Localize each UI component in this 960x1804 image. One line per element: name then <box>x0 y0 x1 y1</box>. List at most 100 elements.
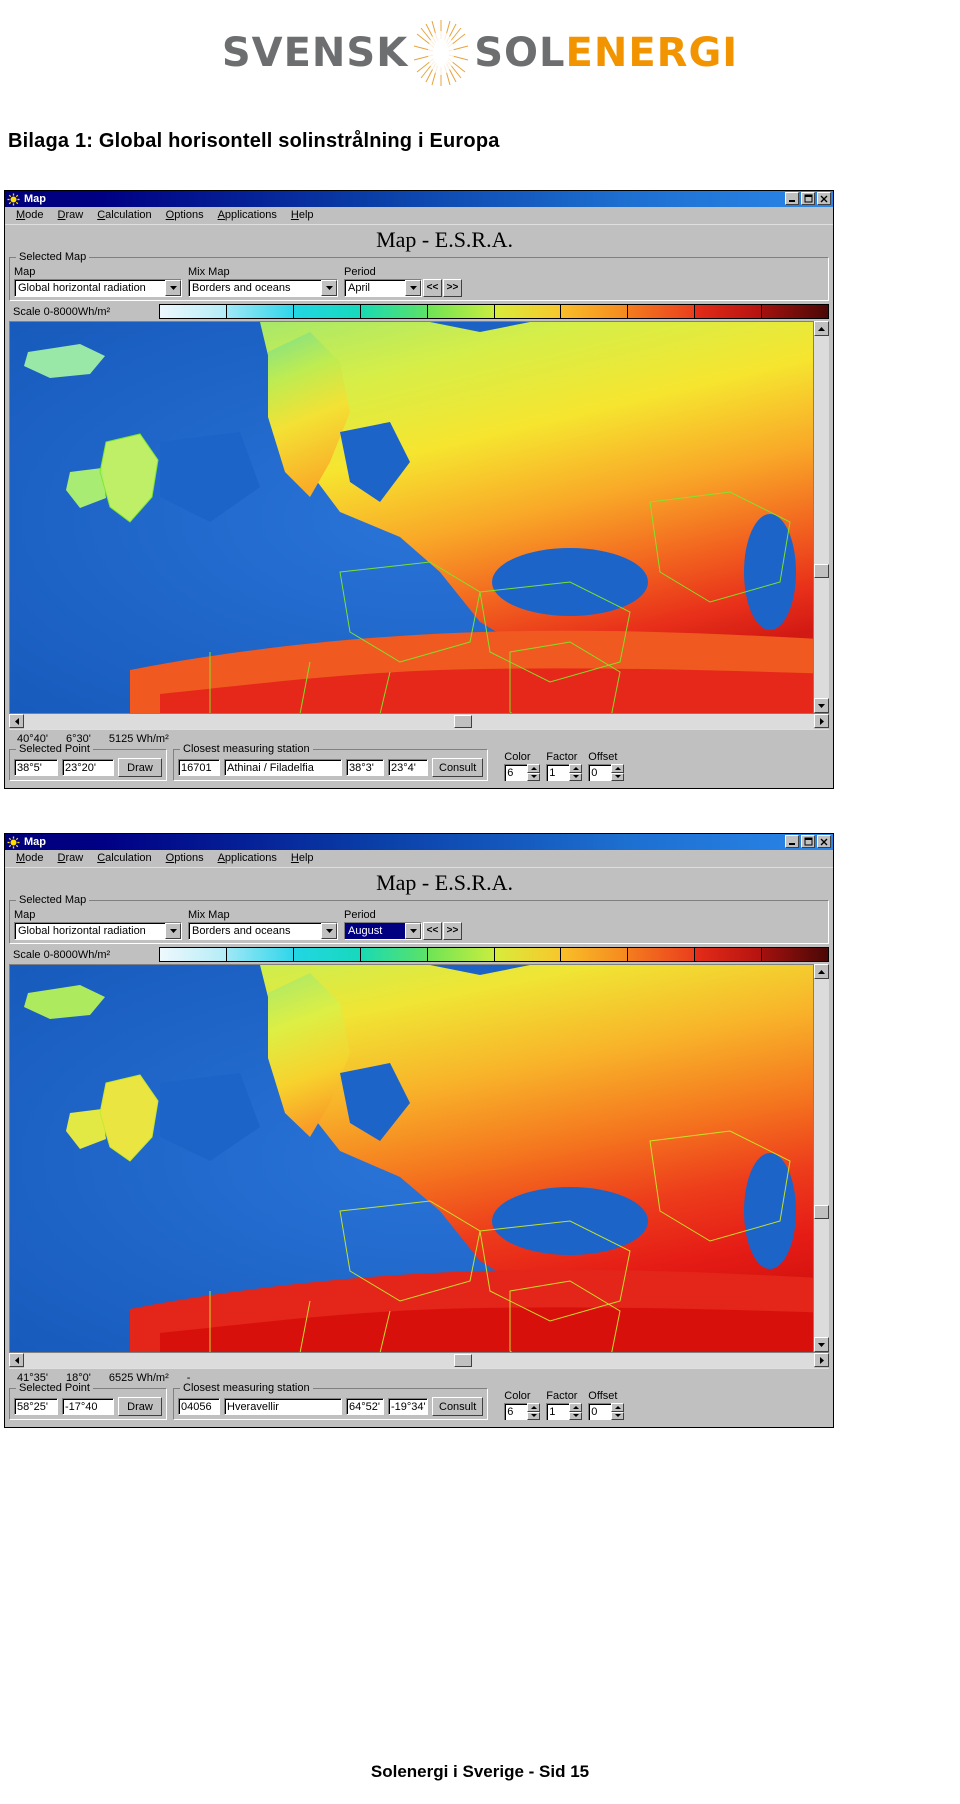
vscroll-track[interactable] <box>814 336 829 698</box>
mix-map-select[interactable]: Borders and oceans <box>188 922 338 940</box>
offset-spin-down[interactable] <box>611 1411 625 1420</box>
chevron-down-icon[interactable] <box>405 280 421 296</box>
hscroll-thumb[interactable] <box>454 715 472 728</box>
menu-mode[interactable]: Mode <box>9 207 51 224</box>
close-button[interactable] <box>817 192 831 205</box>
station-name-input[interactable]: Hveravellir <box>224 1398 342 1415</box>
menu-options[interactable]: Options <box>159 207 211 224</box>
menu-calculation[interactable]: Calculation <box>90 207 158 224</box>
factor-stepper[interactable]: 1 <box>546 764 583 781</box>
station-id-input[interactable]: 16701 <box>178 759 220 776</box>
offset-value[interactable]: 0 <box>588 1403 612 1420</box>
vscroll-thumb[interactable] <box>814 564 829 578</box>
map-horizontal-scrollbar[interactable] <box>9 713 829 729</box>
menu-draw[interactable]: Draw <box>51 207 91 224</box>
menu-mode[interactable]: Mode <box>9 850 51 867</box>
scroll-left-button[interactable] <box>9 714 24 728</box>
station-lat-input[interactable]: 38°3' <box>346 759 384 776</box>
map-select[interactable]: Global horizontal radiation <box>14 922 182 940</box>
window1-titlebar[interactable]: Map <box>5 191 833 207</box>
hscroll-thumb[interactable] <box>454 1354 472 1367</box>
offset-stepper[interactable]: 0 <box>588 764 625 781</box>
menu-help[interactable]: Help <box>284 850 321 867</box>
factor-spin-up[interactable] <box>569 764 583 773</box>
window1-map-area[interactable] <box>9 321 829 713</box>
color-spin-down[interactable] <box>527 1411 541 1420</box>
offset-spin-down[interactable] <box>611 772 625 781</box>
map-vertical-scrollbar[interactable] <box>813 321 829 713</box>
color-spin-arrows[interactable] <box>527 1403 541 1420</box>
consult-button[interactable]: Consult <box>432 758 484 777</box>
color-value[interactable]: 6 <box>504 764 528 781</box>
color-spin-up[interactable] <box>527 1403 541 1412</box>
maximize-button[interactable] <box>801 192 815 205</box>
factor-spin-arrows[interactable] <box>569 1403 583 1420</box>
menu-applications[interactable]: Applications <box>211 207 284 224</box>
period-next-button[interactable]: >> <box>443 279 462 297</box>
factor-stepper[interactable]: 1 <box>546 1403 583 1420</box>
factor-spin-down[interactable] <box>569 772 583 781</box>
scroll-left-button[interactable] <box>9 1353 24 1367</box>
scroll-right-button[interactable] <box>814 1353 829 1367</box>
period-prev-button[interactable]: << <box>423 922 442 940</box>
consult-button[interactable]: Consult <box>432 1397 484 1416</box>
factor-spin-arrows[interactable] <box>569 764 583 781</box>
menu-applications[interactable]: Applications <box>211 850 284 867</box>
map-canvas-august[interactable] <box>9 964 829 1352</box>
map-vertical-scrollbar[interactable] <box>813 964 829 1352</box>
offset-value[interactable]: 0 <box>588 764 612 781</box>
color-spin-arrows[interactable] <box>527 764 541 781</box>
window2-titlebar[interactable]: Map <box>5 834 833 850</box>
draw-button[interactable]: Draw <box>118 1397 162 1416</box>
factor-value[interactable]: 1 <box>546 1403 570 1420</box>
period-select[interactable]: August <box>344 922 422 940</box>
offset-spin-arrows[interactable] <box>611 1403 625 1420</box>
menu-draw[interactable]: Draw <box>51 850 91 867</box>
offset-spin-arrows[interactable] <box>611 764 625 781</box>
offset-spin-up[interactable] <box>611 764 625 773</box>
maximize-button[interactable] <box>801 835 815 848</box>
scroll-right-button[interactable] <box>814 714 829 728</box>
minimize-button[interactable] <box>785 192 799 205</box>
scroll-down-button[interactable] <box>814 698 829 713</box>
period-select[interactable]: April <box>344 279 422 297</box>
factor-spin-down[interactable] <box>569 1411 583 1420</box>
color-spin-down[interactable] <box>527 772 541 781</box>
period-next-button[interactable]: >> <box>443 922 462 940</box>
station-lon-input[interactable]: -19°34' <box>388 1398 428 1415</box>
selected-point-lat-input[interactable]: 38°5' <box>14 759 58 776</box>
menu-help[interactable]: Help <box>284 207 321 224</box>
color-value[interactable]: 6 <box>504 1403 528 1420</box>
chevron-down-icon[interactable] <box>321 923 337 939</box>
factor-spin-up[interactable] <box>569 1403 583 1412</box>
minimize-button[interactable] <box>785 835 799 848</box>
hscroll-track[interactable] <box>24 714 814 729</box>
color-spin-up[interactable] <box>527 764 541 773</box>
menu-calculation[interactable]: Calculation <box>90 850 158 867</box>
selected-point-lon-input[interactable]: -17°40 <box>62 1398 114 1415</box>
station-name-input[interactable]: Athinai / Filadelfia <box>224 759 342 776</box>
selected-point-lat-input[interactable]: 58°25' <box>14 1398 58 1415</box>
selected-point-lon-input[interactable]: 23°20' <box>62 759 114 776</box>
map-select[interactable]: Global horizontal radiation <box>14 279 182 297</box>
period-prev-button[interactable]: << <box>423 279 442 297</box>
map-horizontal-scrollbar[interactable] <box>9 1352 829 1368</box>
chevron-down-icon[interactable] <box>405 923 421 939</box>
chevron-down-icon[interactable] <box>165 280 181 296</box>
map-canvas-april[interactable] <box>9 321 829 713</box>
factor-value[interactable]: 1 <box>546 764 570 781</box>
vscroll-track[interactable] <box>814 979 829 1337</box>
chevron-down-icon[interactable] <box>321 280 337 296</box>
station-lon-input[interactable]: 23°4' <box>388 759 428 776</box>
hscroll-track[interactable] <box>24 1353 814 1368</box>
close-button[interactable] <box>817 835 831 848</box>
window2-map-area[interactable] <box>9 964 829 1352</box>
station-id-input[interactable]: 04056 <box>178 1398 220 1415</box>
mix-map-select[interactable]: Borders and oceans <box>188 279 338 297</box>
scroll-up-button[interactable] <box>814 321 829 336</box>
offset-stepper[interactable]: 0 <box>588 1403 625 1420</box>
chevron-down-icon[interactable] <box>165 923 181 939</box>
draw-button[interactable]: Draw <box>118 758 162 777</box>
vscroll-thumb[interactable] <box>814 1205 829 1219</box>
menu-options[interactable]: Options <box>159 850 211 867</box>
